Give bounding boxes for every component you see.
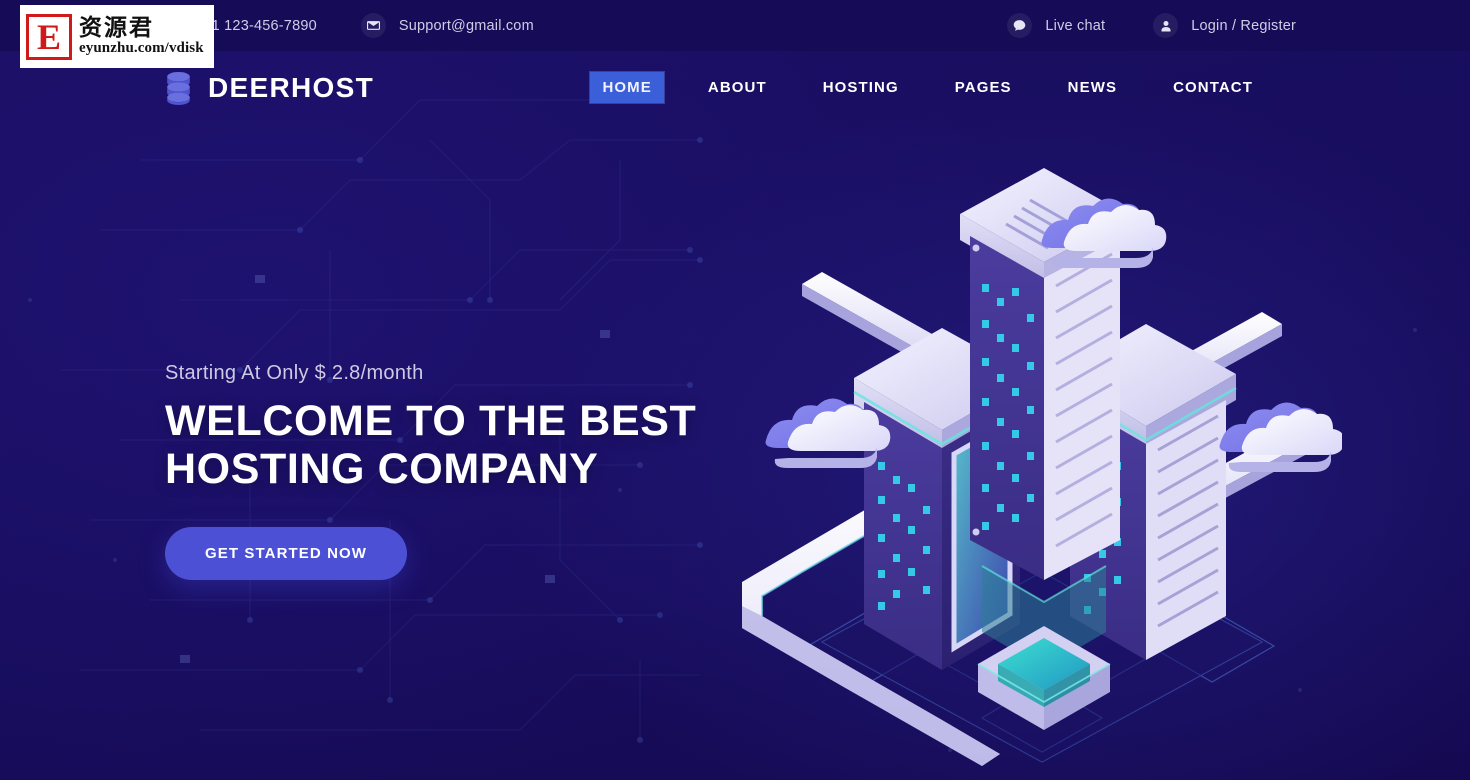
hero-title-line-2: HOSTING COMPANY bbox=[165, 445, 599, 494]
database-stack-icon bbox=[167, 71, 190, 105]
watermark-overlay: E 资源君 eyunzhu.com/vdisk bbox=[20, 5, 214, 68]
brand-logo[interactable]: DEERHOST bbox=[165, 71, 374, 105]
chat-bubble-icon bbox=[1007, 13, 1033, 38]
live-chat-link[interactable]: Live chat bbox=[1007, 13, 1105, 38]
hosting-landing-page: +1 123-456-7890 Support@gmail.com Live c… bbox=[0, 0, 1470, 780]
topbar-contact-group: +1 123-456-7890 Support@gmail.com bbox=[165, 13, 534, 38]
nav-item-pages[interactable]: PAGES bbox=[943, 72, 1024, 103]
get-started-button[interactable]: GET STARTED NOW bbox=[165, 527, 408, 581]
hero-eyebrow: Starting At Only $ 2.8/month bbox=[165, 362, 424, 384]
main-navigation: HOME ABOUT HOSTING PAGES NEWS CONTACT bbox=[574, 72, 1436, 103]
nav-item-news[interactable]: NEWS bbox=[1056, 72, 1129, 103]
watermark-text: 资源君 eyunzhu.com/vdisk bbox=[79, 16, 204, 57]
nav-item-hosting[interactable]: HOSTING bbox=[811, 72, 911, 103]
nav-item-home[interactable]: HOME bbox=[590, 72, 664, 103]
live-chat-label: Live chat bbox=[1045, 17, 1106, 34]
hero-copy: Starting At Only $ 2.8/month WELCOME TO … bbox=[165, 124, 785, 581]
brand-name: DEERHOST bbox=[208, 71, 374, 103]
user-icon bbox=[1153, 13, 1179, 38]
hero-title-line-1: WELCOME TO THE BEST bbox=[165, 397, 697, 445]
page-title: WELCOME TO THE BEST HOSTING COMPANY bbox=[165, 397, 725, 493]
envelope-icon bbox=[360, 13, 386, 38]
nav-item-about[interactable]: ABOUT bbox=[696, 72, 779, 103]
watermark-logo-icon: E bbox=[26, 13, 72, 60]
email-address: Support@gmail.com bbox=[398, 17, 534, 34]
phone-number: +1 123-456-7890 bbox=[203, 17, 317, 34]
hero-section: Starting At Only $ 2.8/month WELCOME TO … bbox=[0, 124, 1470, 780]
top-utility-bar: +1 123-456-7890 Support@gmail.com Live c… bbox=[0, 0, 1470, 51]
topbar-account-group: Live chat Login / Register bbox=[1007, 13, 1436, 38]
email-contact[interactable]: Support@gmail.com bbox=[360, 13, 534, 38]
watermark-url: eyunzhu.com/vdisk bbox=[79, 40, 204, 57]
login-register-link[interactable]: Login / Register bbox=[1153, 13, 1296, 38]
nav-item-contact[interactable]: CONTACT bbox=[1161, 72, 1265, 103]
watermark-chinese-name: 资源君 bbox=[79, 15, 154, 42]
site-header: DEERHOST HOME ABOUT HOSTING PAGES NEWS C… bbox=[0, 51, 1470, 124]
login-register-label: Login / Register bbox=[1191, 17, 1296, 34]
